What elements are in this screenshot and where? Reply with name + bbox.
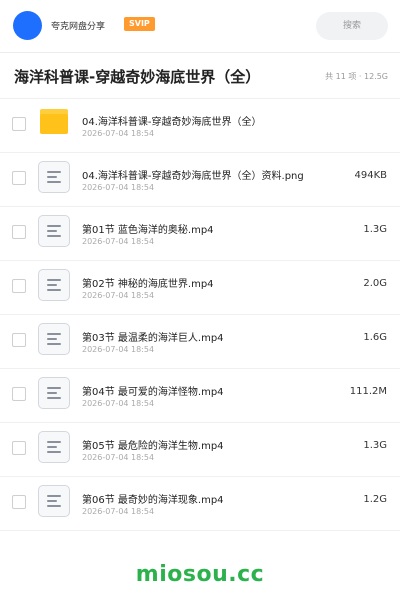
search-input[interactable] [316, 12, 388, 40]
file-size: 2.0G [363, 278, 387, 289]
file-name: 第06节 最奇妙的海洋现象.mp4 [82, 495, 224, 506]
file-name: 第03节 最温柔的海洋巨人.mp4 [82, 333, 224, 344]
file-date: 2026-07-04 18:54 [82, 129, 155, 138]
svip-badge: SVIP [124, 17, 155, 31]
file-size: 1.6G [363, 332, 387, 343]
list-item[interactable]: 第05节 最危险的海洋生物.mp4 2026-07-04 18:54 1.3G [0, 423, 400, 477]
file-date: 2026-07-04 18:54 [82, 291, 155, 300]
file-size: 111.2M [349, 386, 387, 397]
file-date: 2026-07-04 18:54 [82, 183, 155, 192]
file-date: 2026-07-04 18:54 [82, 237, 155, 246]
document-icon [38, 215, 70, 247]
file-date: 2026-07-04 18:54 [82, 507, 155, 516]
select-checkbox[interactable] [12, 495, 26, 509]
select-checkbox[interactable] [12, 225, 26, 239]
file-size: 1.3G [363, 224, 387, 235]
file-list: 04.海洋科普课-穿越奇妙海底世界（全） 2026-07-04 18:54 04… [0, 99, 400, 531]
sharer-name: 夸克网盘分享 [51, 22, 106, 32]
select-checkbox[interactable] [12, 387, 26, 401]
folder-icon [40, 109, 68, 135]
file-name: 04.海洋科普课-穿越奇妙海底世界（全）资料.png [82, 171, 304, 182]
avatar[interactable] [13, 11, 42, 40]
list-item[interactable]: 04.海洋科普课-穿越奇妙海底世界（全）资料.png 2026-07-04 18… [0, 153, 400, 207]
document-icon [38, 431, 70, 463]
list-item[interactable]: 第02节 神秘的海底世界.mp4 2026-07-04 18:54 2.0G [0, 261, 400, 315]
folder-title-bar: 海洋科普课-穿越奇妙海底世界（全） 共 11 项 · 12.5G [0, 52, 400, 99]
document-icon [38, 323, 70, 355]
select-checkbox[interactable] [12, 279, 26, 293]
select-checkbox[interactable] [12, 441, 26, 455]
file-name: 第05节 最危险的海洋生物.mp4 [82, 441, 224, 452]
list-item[interactable]: 第03节 最温柔的海洋巨人.mp4 2026-07-04 18:54 1.6G [0, 315, 400, 369]
folder-summary: 共 11 项 · 12.5G [325, 72, 388, 81]
page-title: 海洋科普课-穿越奇妙海底世界（全） [14, 68, 261, 86]
document-icon [38, 161, 70, 193]
document-icon [38, 377, 70, 409]
list-item[interactable]: 第04节 最可爱的海洋怪物.mp4 2026-07-04 18:54 111.2… [0, 369, 400, 423]
file-date: 2026-07-04 18:54 [82, 453, 155, 462]
file-name: 第04节 最可爱的海洋怪物.mp4 [82, 387, 224, 398]
list-item[interactable]: 第06节 最奇妙的海洋现象.mp4 2026-07-04 18:54 1.2G [0, 477, 400, 531]
select-checkbox[interactable] [12, 117, 26, 131]
file-size: 494KB [354, 170, 387, 181]
document-icon [38, 269, 70, 301]
select-checkbox[interactable] [12, 171, 26, 185]
file-date: 2026-07-04 18:54 [82, 399, 155, 408]
document-icon [38, 485, 70, 517]
select-checkbox[interactable] [12, 333, 26, 347]
top-bar: 夸克网盘分享 SVIP [0, 0, 400, 53]
file-name: 第01节 蓝色海洋的奥秘.mp4 [82, 225, 214, 236]
file-size: 1.3G [363, 440, 387, 451]
file-name: 第02节 神秘的海底世界.mp4 [82, 279, 214, 290]
list-item[interactable]: 04.海洋科普课-穿越奇妙海底世界（全） 2026-07-04 18:54 [0, 99, 400, 153]
watermark-text: miosou.cc [135, 562, 265, 587]
share-page: 夸克网盘分享 SVIP 海洋科普课-穿越奇妙海底世界（全） 共 11 项 · 1… [0, 0, 400, 600]
list-item[interactable]: 第01节 蓝色海洋的奥秘.mp4 2026-07-04 18:54 1.3G [0, 207, 400, 261]
file-name: 04.海洋科普课-穿越奇妙海底世界（全） [82, 117, 262, 128]
file-size: 1.2G [363, 494, 387, 505]
file-date: 2026-07-04 18:54 [82, 345, 155, 354]
